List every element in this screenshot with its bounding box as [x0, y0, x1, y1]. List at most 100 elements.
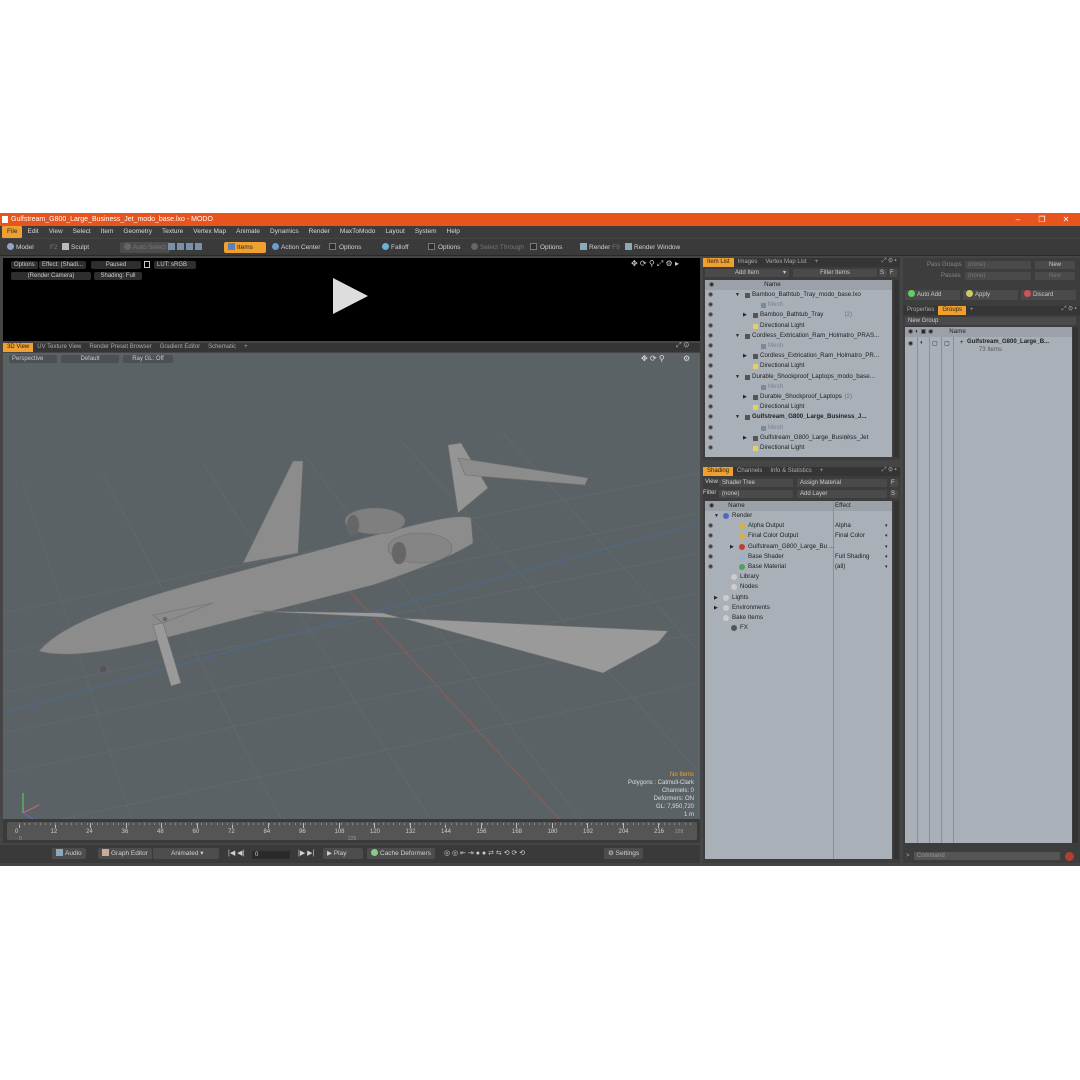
shader-row[interactable]: ▼ Render	[705, 511, 892, 521]
menu-item-texture[interactable]: Texture	[157, 226, 188, 238]
visibility-eye-icon[interactable]: ◉	[708, 321, 713, 331]
menu-item-edit[interactable]: Edit	[22, 226, 43, 238]
play-button[interactable]: ▶ Play	[323, 848, 363, 859]
command-history-icon[interactable]	[1065, 852, 1074, 861]
shading-f-button[interactable]: F	[890, 479, 898, 487]
audio-button[interactable]: Audio	[52, 848, 86, 859]
options-checkbox[interactable]	[428, 243, 435, 250]
shading-panel-icons[interactable]: ⤢ ⚙ ▸	[882, 467, 897, 474]
tab-channels[interactable]: Channels	[733, 467, 766, 476]
item-list-row[interactable]: ◉ Directional Light	[705, 321, 892, 331]
item-list-row[interactable]: ◉ Mesh	[705, 423, 892, 433]
sculpt-button[interactable]: Sculpt	[58, 242, 93, 253]
menu-item-select[interactable]: Select	[68, 226, 96, 238]
group-render-icon[interactable]: ◐	[920, 340, 924, 346]
step-forward-icons[interactable]: |▶ ▶|	[294, 848, 318, 859]
visibility-eye-icon[interactable]: ◉	[708, 361, 713, 371]
menu-item-vertex-map[interactable]: Vertex Map	[188, 226, 231, 238]
shader-tree-scrollbar[interactable]	[894, 501, 899, 859]
step-back-icons[interactable]: |◀ ◀|	[224, 848, 248, 859]
vertex-mode-icon[interactable]	[168, 243, 175, 250]
group-lock-icon[interactable]: ▢	[932, 340, 938, 347]
tab-uv-texture-view[interactable]: UV Texture View	[33, 343, 85, 352]
item-list-row[interactable]: ◉ Mesh	[705, 341, 892, 351]
auto-add-button[interactable]: Auto Add	[905, 290, 960, 300]
tab-add-icon[interactable]: +	[816, 467, 828, 476]
effect-dropdown-icon[interactable]: ▾	[885, 531, 888, 541]
item-list-row[interactable]: ◉ ▼ Bamboo_Bathtub_Tray_modo_base.lxo	[705, 290, 892, 300]
settings-button[interactable]: ⚙ Settings	[604, 848, 644, 859]
expand-arrow-icon[interactable]: ▼	[735, 372, 740, 382]
tab-add-icon[interactable]: +	[966, 306, 978, 315]
key-controls-icons[interactable]: ◎ ◎ ⇤ ⇥ ● ● ⇄ ⇆ ⟲ ⟳ ⟲	[440, 848, 529, 859]
selection-mode-icons[interactable]	[168, 242, 204, 253]
add-layer-dropdown[interactable]: Add Layer	[797, 490, 887, 498]
item-list-row[interactable]: ◉ ▼ Cordless_Extrication_Ram_Holmatro_PRAS…	[705, 331, 892, 341]
expand-arrow-icon[interactable]: ▶	[714, 593, 718, 603]
item-list-row[interactable]: ◉ Mesh	[705, 300, 892, 310]
preview-controls-icons[interactable]: ✥ ⟳ ⚲ ⤢ ⚙ ▸	[631, 259, 679, 269]
apply-button[interactable]: Apply	[963, 290, 1018, 300]
tab-render-preset-browser[interactable]: Render Preset Browser	[85, 343, 155, 352]
expand-arrow-icon[interactable]: ▶	[743, 392, 747, 402]
tab-properties[interactable]: Properties	[903, 306, 938, 315]
visibility-eye-icon[interactable]: ◉	[708, 531, 713, 541]
filter-items-field[interactable]: Filter Items	[793, 269, 877, 277]
shader-row[interactable]: FX	[705, 623, 892, 633]
model-button[interactable]: Model	[3, 242, 38, 253]
visibility-eye-icon[interactable]: ◉	[708, 310, 713, 320]
visibility-eye-icon[interactable]: ◉	[708, 423, 713, 433]
passes-dropdown[interactable]: (none)	[965, 272, 1031, 280]
render-preview[interactable]: Options Effect: (Shadi... Paused LUT: sR…	[3, 258, 700, 341]
expand-arrow-icon[interactable]: ▼	[735, 331, 740, 341]
frame-input[interactable]: 0	[252, 851, 290, 859]
action-center-button[interactable]: Action Center	[268, 242, 324, 253]
shader-effect-value[interactable]: Full Shading	[835, 552, 869, 562]
expand-arrow-icon[interactable]: ▶	[743, 310, 747, 320]
visibility-eye-icon[interactable]: ◉	[708, 331, 713, 341]
visibility-eye-icon[interactable]: ◉	[708, 300, 713, 310]
tab-item-list[interactable]: Item List	[703, 258, 734, 267]
group-visibility-icon[interactable]: ◉	[908, 340, 913, 347]
tab-3d-view[interactable]: 3D View	[3, 343, 34, 352]
item-list-scrollbar[interactable]	[894, 280, 899, 457]
item-list-row[interactable]: ◉ ▼ Durable_Shockproof_Laptops_modo_base..…	[705, 372, 892, 382]
visibility-eye-icon[interactable]: ◉	[708, 443, 713, 453]
effect-dropdown-icon[interactable]: ▾	[885, 521, 888, 531]
graph-editor-button[interactable]: Graph Editor	[98, 848, 152, 859]
tab-gradient-editor[interactable]: Gradient Editor	[156, 343, 204, 352]
item-list-panel-icons[interactable]: ⤢ ⚙ ▸	[882, 258, 897, 265]
item-list-row[interactable]: ◉ ▶ Durable_Shockproof_Laptops (2)	[705, 392, 892, 402]
tab-vertex-map-list[interactable]: Vertex Map List	[761, 258, 810, 267]
effect-dropdown-icon[interactable]: ▾	[885, 562, 888, 572]
shader-effect-value[interactable]: Final Color	[835, 531, 865, 541]
menu-item-system[interactable]: System	[410, 226, 442, 238]
item-list-row[interactable]: ◉ ▶ Gulfstream_G800_Large_Business_Jet (2)	[705, 433, 892, 443]
menu-item-dynamics[interactable]: Dynamics	[265, 226, 304, 238]
item-list-row[interactable]: ◉ Directional Light	[705, 402, 892, 412]
menu-item-render[interactable]: Render	[304, 226, 335, 238]
animated-dropdown[interactable]: Animated ▾	[153, 848, 219, 859]
options-button-2[interactable]: Options	[424, 242, 464, 253]
groups-panel-icons[interactable]: ⤢ ⚙ ▸	[1062, 306, 1077, 313]
group-select-icon[interactable]: ▢	[944, 340, 950, 347]
view-dropdown[interactable]: Shader Tree	[719, 479, 793, 487]
command-input[interactable]: Command	[914, 852, 1060, 860]
edge-mode-icon[interactable]	[177, 243, 184, 250]
pass-groups-dropdown[interactable]: (none)	[965, 261, 1031, 269]
add-item-dropdown-icon[interactable]: ▾	[783, 269, 786, 276]
visibility-eye-icon[interactable]: ◉	[708, 382, 713, 392]
visibility-eye-icon[interactable]: ◉	[708, 552, 713, 562]
expand-arrow-icon[interactable]: ▶	[714, 603, 718, 613]
expand-arrow-icon[interactable]: ▼	[735, 290, 740, 300]
assign-material-button[interactable]: Assign Material	[797, 479, 887, 487]
shader-row[interactable]: ◉ Final Color Output Final Color ▾	[705, 531, 892, 541]
items-button[interactable]: Items	[224, 242, 266, 253]
options-checkbox[interactable]	[329, 243, 336, 250]
expand-arrow-icon[interactable]: ▼	[735, 412, 740, 422]
expand-arrow-icon[interactable]: ▼	[714, 511, 719, 521]
shader-row[interactable]: ▶ Environments	[705, 603, 892, 613]
menu-item-geometry[interactable]: Geometry	[118, 226, 157, 238]
visibility-eye-icon[interactable]: ◉	[708, 433, 713, 443]
visibility-eye-icon[interactable]: ◉	[708, 521, 713, 531]
